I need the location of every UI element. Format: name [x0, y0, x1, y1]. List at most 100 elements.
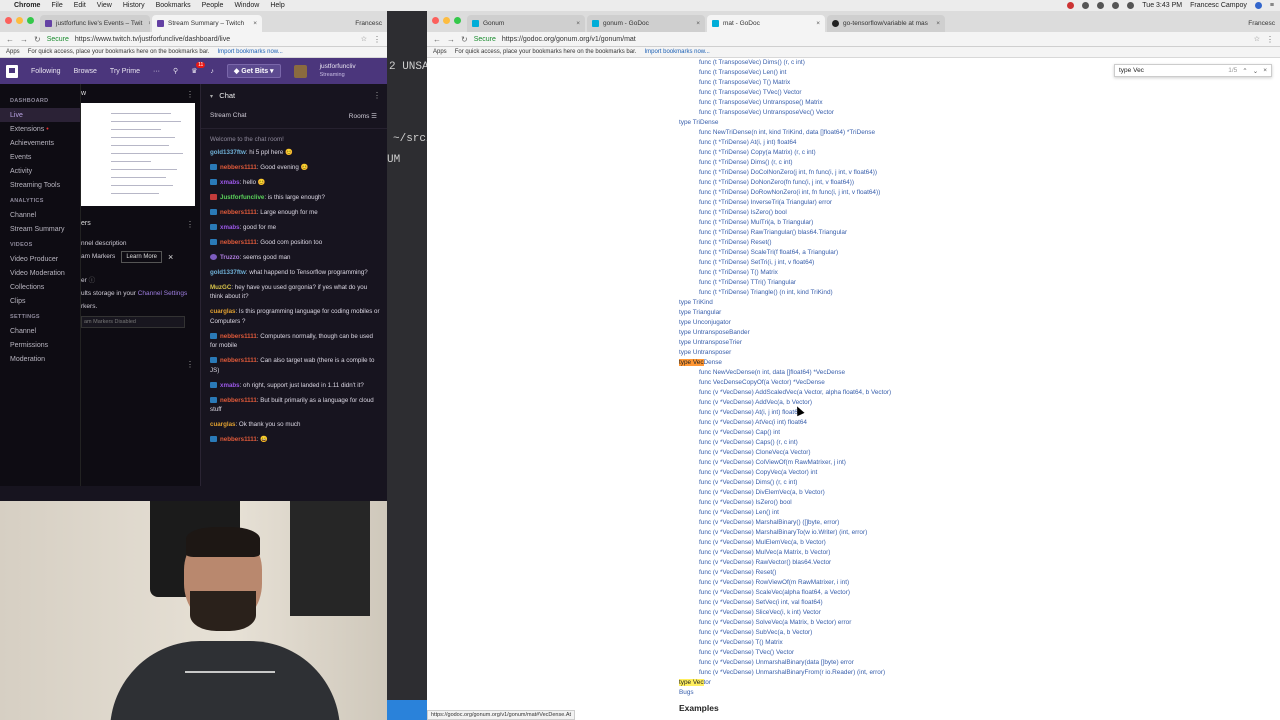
- func-link[interactable]: func (t TransposeVec) UntransposeVec() V…: [679, 108, 891, 118]
- func-link[interactable]: func (v *VecDense) MarshalBinaryTo(w io.…: [679, 528, 891, 538]
- stream-preview[interactable]: [81, 103, 195, 206]
- collapse-chevron-icon[interactable]: ▾: [210, 94, 213, 100]
- sidebar-item-channel-settings[interactable]: Channel: [0, 324, 80, 338]
- record-icon[interactable]: [1067, 2, 1075, 9]
- func-link[interactable]: func (t *TriDense) T() Matrix: [679, 268, 891, 278]
- chat-username[interactable]: gold1337ftw: [210, 269, 246, 276]
- dropbox-icon[interactable]: [1097, 2, 1105, 9]
- subscriber-badge-icon[interactable]: [210, 396, 217, 403]
- func-link[interactable]: func (t *TriDense) InverseTri(a Triangul…: [679, 198, 891, 208]
- profile-name[interactable]: Francesc: [1248, 20, 1280, 32]
- bookmark-star-icon[interactable]: ☆: [361, 35, 367, 43]
- menu-bookmarks[interactable]: Bookmarks: [156, 2, 191, 9]
- close-window-icon[interactable]: [432, 17, 439, 24]
- secure-lock-label[interactable]: Secure: [474, 36, 496, 43]
- func-link[interactable]: func (v *VecDense) MulElemVec(a, b Vecto…: [679, 538, 891, 548]
- chat-username[interactable]: nebbers1111: [220, 333, 257, 340]
- chat-username[interactable]: xmabs: [220, 179, 240, 186]
- func-link[interactable]: func (v *VecDense) MarshalBinary() ([]by…: [679, 518, 891, 528]
- func-link[interactable]: func (v *VecDense) CopyVec(a Vector) int: [679, 468, 891, 478]
- func-link[interactable]: func (v *VecDense) Reset(): [679, 568, 891, 578]
- chat-messages[interactable]: Welcome to the chat room! gold1337ftw: h…: [210, 129, 381, 445]
- func-link[interactable]: func (t *TriDense) SetTri(i, j int, v fl…: [679, 258, 891, 268]
- type-link[interactable]: type TriDense: [679, 118, 891, 128]
- apps-shortcut[interactable]: Apps: [6, 49, 20, 55]
- forward-icon[interactable]: →: [447, 35, 455, 44]
- chat-username[interactable]: nebbers1111: [220, 357, 257, 364]
- extension-icon[interactable]: ⋮: [373, 35, 381, 44]
- sidebar-item-live[interactable]: Live: [0, 108, 80, 122]
- subscriber-badge-icon[interactable]: [210, 223, 217, 230]
- type-link[interactable]: type Unconjugator: [679, 318, 891, 328]
- get-bits-button[interactable]: ◆ Get Bits ▾: [226, 64, 281, 78]
- type-link[interactable]: type Vector: [679, 678, 891, 688]
- func-link[interactable]: func (v *VecDense) RowViewOf(m RawMatrix…: [679, 578, 891, 588]
- close-icon[interactable]: ×: [168, 252, 173, 262]
- sidebar-item-streaming-tools[interactable]: Streaming Tools: [0, 178, 80, 192]
- func-link[interactable]: func (v *VecDense) UnmarshalBinary(data …: [679, 658, 891, 668]
- func-link[interactable]: func (v *VecDense) T() Matrix: [679, 638, 891, 648]
- learn-more-button[interactable]: Learn More: [121, 250, 162, 263]
- func-link[interactable]: func (t *TriDense) DoRowNonZero(i int, f…: [679, 188, 891, 198]
- status-app-icon[interactable]: [1082, 2, 1090, 9]
- menu-file[interactable]: File: [51, 2, 62, 9]
- nav-following[interactable]: Following: [31, 68, 61, 75]
- func-link[interactable]: func (v *VecDense) Cap() int: [679, 428, 891, 438]
- subscriber-badge-icon[interactable]: [210, 357, 217, 363]
- close-tab-icon[interactable]: ×: [570, 20, 580, 27]
- menu-window[interactable]: Window: [234, 2, 259, 9]
- forward-icon[interactable]: →: [20, 35, 28, 44]
- subscriber-badge-icon[interactable]: [210, 208, 217, 215]
- find-next-icon[interactable]: ⌄: [1253, 67, 1258, 75]
- rooms-button[interactable]: Rooms ☰: [349, 112, 377, 120]
- close-window-icon[interactable]: [5, 17, 12, 24]
- panel-menu-icon[interactable]: ⋮: [186, 220, 194, 229]
- sidebar-item-stream-summary[interactable]: Stream Summary: [0, 222, 80, 236]
- func-link[interactable]: func (v *VecDense) Caps() (r, c int): [679, 438, 891, 448]
- func-link[interactable]: func (v *VecDense) AtVec(i int) float64: [679, 418, 891, 428]
- import-bookmarks-link[interactable]: Import bookmarks now...: [644, 49, 709, 55]
- func-link[interactable]: func (v *VecDense) TVec() Vector: [679, 648, 891, 658]
- markers-disabled-field[interactable]: am Markers Disabled: [81, 316, 185, 328]
- info-icon[interactable]: ⓘ: [89, 277, 96, 284]
- notification-center-icon[interactable]: ≡: [1270, 2, 1274, 9]
- func-link[interactable]: func (t TransposeVec) Untranspose() Matr…: [679, 98, 891, 108]
- close-tab-icon[interactable]: ×: [810, 20, 820, 27]
- type-link[interactable]: type TriKind: [679, 298, 891, 308]
- func-link[interactable]: func (t *TriDense) IsZero() bool: [679, 208, 891, 218]
- tab-gonum-godoc[interactable]: gonum - GoDoc ×: [587, 15, 705, 32]
- func-link[interactable]: func (t *TriDense) MulTri(a, b Triangula…: [679, 218, 891, 228]
- func-link[interactable]: func NewVecDense(n int, data []float64) …: [679, 368, 891, 378]
- chat-username[interactable]: xmabs: [220, 224, 240, 231]
- url-field[interactable]: https://www.twitch.tv/justforfunclive/da…: [75, 36, 230, 43]
- func-link[interactable]: func (v *VecDense) At(i, j int) float64: [679, 408, 891, 418]
- minimize-window-icon[interactable]: [16, 17, 23, 24]
- close-tab-icon[interactable]: ×: [247, 20, 257, 27]
- twitch-logo-icon[interactable]: [6, 64, 18, 78]
- func-link[interactable]: func (v *VecDense) SubVec(a, b Vector): [679, 628, 891, 638]
- func-link[interactable]: func (v *VecDense) DivElemVec(a, b Vecto…: [679, 488, 891, 498]
- close-tab-icon[interactable]: ×: [690, 20, 700, 27]
- chat-username[interactable]: MuzGC: [210, 284, 231, 291]
- menu-help[interactable]: Help: [270, 2, 284, 9]
- nav-try-prime[interactable]: Try Prime: [110, 68, 140, 75]
- channel-settings-link[interactable]: Channel Settings: [138, 290, 188, 297]
- menu-people[interactable]: People: [202, 2, 224, 9]
- notifications-icon[interactable]: ♪: [210, 68, 214, 75]
- func-link[interactable]: func VecDenseCopyOf(a Vector) *VecDense: [679, 378, 891, 388]
- func-link[interactable]: func (t TransposeVec) Dims() (r, c int): [679, 58, 891, 68]
- chat-username[interactable]: cuarglas: [210, 308, 235, 315]
- close-tab-icon[interactable]: ×: [142, 20, 150, 27]
- tab-stream-summary[interactable]: Stream Summary – Twitch ×: [152, 15, 262, 32]
- subscriber-badge-icon[interactable]: [210, 178, 217, 185]
- spotlight-icon[interactable]: [1254, 2, 1262, 9]
- url-field[interactable]: https://godoc.org/gonum.org/v1/gonum/mat: [502, 36, 636, 43]
- apps-shortcut[interactable]: Apps: [433, 49, 447, 55]
- reload-icon[interactable]: ↻: [461, 35, 468, 44]
- subscriber-badge-icon[interactable]: [210, 238, 217, 245]
- type-link[interactable]: type UntransposeTrier: [679, 338, 891, 348]
- search-icon[interactable]: ⚲: [173, 67, 178, 75]
- type-link[interactable]: type Triangular: [679, 308, 891, 318]
- func-link[interactable]: func (v *VecDense) MulVec(a Matrix, b Ve…: [679, 548, 891, 558]
- user-menu[interactable]: justforfuncliv Streaming: [320, 63, 356, 79]
